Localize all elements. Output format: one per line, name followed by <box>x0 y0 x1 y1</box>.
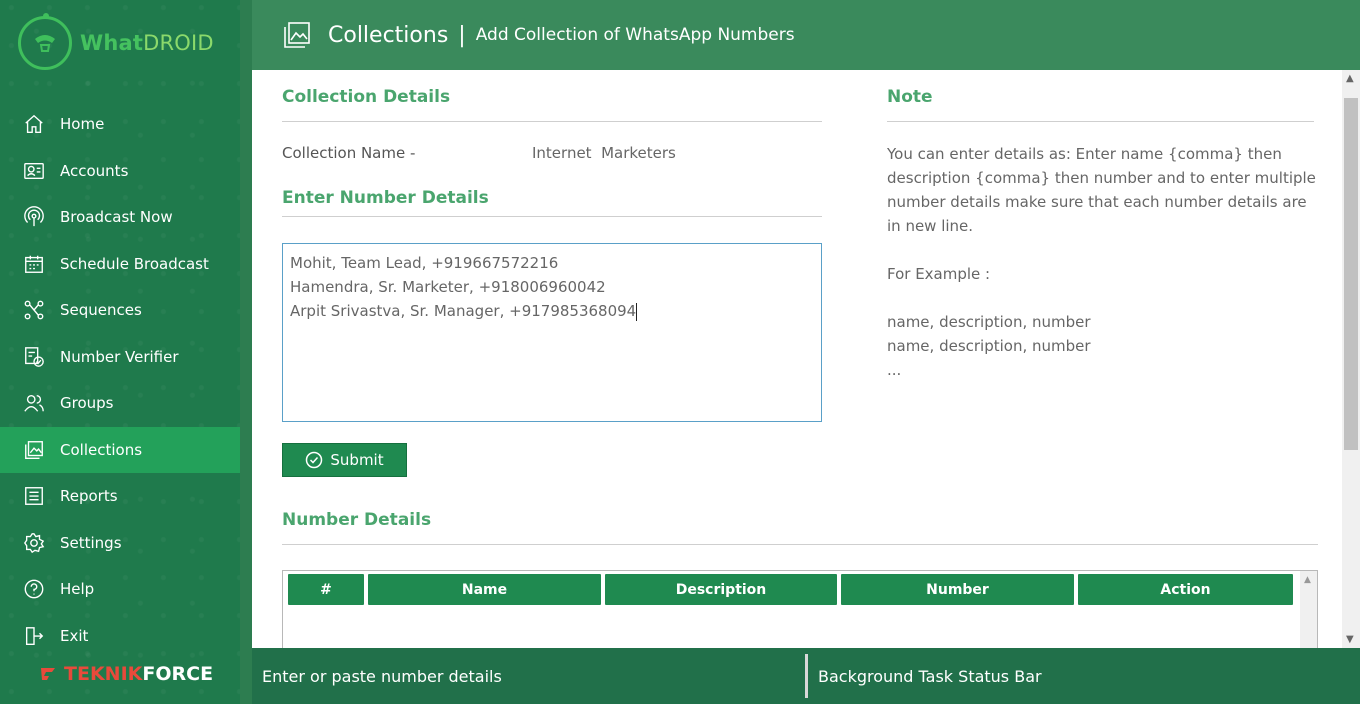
collections-icon <box>22 438 46 462</box>
divider <box>282 121 822 122</box>
note-example-lines: name, description, number name, descript… <box>887 313 1091 379</box>
settings-icon <box>22 531 46 555</box>
sequences-icon <box>22 298 46 322</box>
text-caret <box>636 302 638 321</box>
scroll-up-icon[interactable]: ▲ <box>1346 73 1354 84</box>
sidebar-item-number-verifier[interactable]: Number Verifier <box>0 334 240 381</box>
sidebar-item-collections[interactable]: Collections <box>0 426 240 473</box>
sidebar-item-schedule-broadcast[interactable]: Schedule Broadcast <box>0 241 240 288</box>
note-text: You can enter details as: Enter name {co… <box>887 142 1317 406</box>
status-message: Enter or paste number details <box>262 666 502 686</box>
sidebar-item-groups[interactable]: Groups <box>0 380 240 427</box>
column-header-index[interactable]: # <box>288 574 364 605</box>
page-header: Collections | Add Collection of WhatsApp… <box>252 0 1360 70</box>
divider <box>282 216 822 217</box>
title-separator: | <box>458 22 466 48</box>
collection-details-title: Collection Details <box>282 87 451 107</box>
divider <box>282 544 1318 545</box>
sidebar-item-label: Schedule Broadcast <box>60 254 209 273</box>
sidebar-item-label: Reports <box>60 487 118 506</box>
sidebar-item-label: Home <box>60 115 105 134</box>
help-icon <box>22 577 46 601</box>
exit-icon <box>22 624 46 648</box>
page-scrollbar[interactable]: ▲ ▼ <box>1342 70 1360 648</box>
broadcast-icon <box>22 205 46 229</box>
sidebar-item-exit[interactable]: Exit <box>0 613 240 660</box>
teknikforce-logo: TEKNIK FORCE <box>38 662 213 686</box>
teknikforce-logo-icon <box>41 668 55 680</box>
number-details-title: Number Details <box>282 510 432 530</box>
verifier-icon <box>22 345 46 369</box>
enter-number-details-title: Enter Number Details <box>282 188 489 208</box>
check-circle-icon <box>306 451 323 469</box>
reports-icon <box>22 484 46 508</box>
note-title: Note <box>887 87 933 107</box>
sidebar-nav: Home Accounts Broadcast Now Schedule Bro… <box>0 101 240 659</box>
divider <box>887 121 1314 122</box>
sidebar: WhatDROID Home Accounts Broadcast Now Sc… <box>0 0 240 704</box>
collection-name-label: Collection Name - <box>282 144 416 162</box>
sidebar-item-label: Collections <box>60 440 143 459</box>
collection-name-value: Internet Marketers <box>532 144 676 162</box>
sidebar-item-label: Help <box>60 580 95 599</box>
brand-text-red: TEKNIK <box>64 663 143 685</box>
main-content: Collection Details Collection Name - Int… <box>252 70 1342 648</box>
home-icon <box>22 112 46 136</box>
sidebar-item-label: Sequences <box>60 301 142 320</box>
sidebar-item-sequences[interactable]: Sequences <box>0 287 240 334</box>
column-header-action[interactable]: Action <box>1078 574 1293 605</box>
scroll-down-icon[interactable]: ▼ <box>1346 634 1354 645</box>
sidebar-item-label: Settings <box>60 533 122 552</box>
page-subtitle: Add Collection of WhatsApp Numbers <box>475 25 795 45</box>
textarea-line: Hamendra, Sr. Marketer, +918006960042 <box>290 278 606 296</box>
column-header-number[interactable]: Number <box>841 574 1074 605</box>
table-scrollbar[interactable]: ▲ <box>1300 571 1317 648</box>
logo-text-what: What <box>80 31 144 55</box>
sidebar-item-label: Accounts <box>60 161 129 180</box>
sidebar-item-settings[interactable]: Settings <box>0 520 240 567</box>
sidebar-item-label: Number Verifier <box>60 347 179 366</box>
sidebar-item-label: Groups <box>60 394 114 413</box>
note-description: You can enter details as: Enter name {co… <box>887 145 1316 235</box>
status-bar: Enter or paste number details Background… <box>252 648 1360 704</box>
logo-text-droid: DROID <box>143 31 214 55</box>
number-details-textarea[interactable]: Mohit, Team Lead, +919667572216 Hamendra… <box>282 243 822 422</box>
textarea-line: Arpit Srivastva, Sr. Manager, +917985368… <box>290 299 814 323</box>
table-header: # Name Description Number Action <box>288 574 1293 605</box>
logo-text: WhatDROID <box>80 31 214 55</box>
sidebar-item-label: Exit <box>60 626 89 645</box>
accounts-icon <box>22 159 46 183</box>
column-header-name[interactable]: Name <box>368 574 601 605</box>
sidebar-item-reports[interactable]: Reports <box>0 473 240 520</box>
brand-text-white: FORCE <box>142 663 214 685</box>
sidebar-item-home[interactable]: Home <box>0 101 240 148</box>
sidebar-item-accounts[interactable]: Accounts <box>0 148 240 195</box>
groups-icon <box>22 391 46 415</box>
calendar-icon <box>22 252 46 276</box>
sidebar-item-help[interactable]: Help <box>0 566 240 613</box>
textarea-line-text: Arpit Srivastva, Sr. Manager, +917985368… <box>290 302 637 320</box>
scrollbar-thumb[interactable] <box>1344 98 1358 450</box>
sidebar-edge <box>240 0 252 704</box>
sidebar-item-label: Broadcast Now <box>60 208 173 227</box>
note-example-label: For Example : <box>887 265 991 283</box>
submit-button[interactable]: Submit <box>282 443 407 477</box>
collections-header-icon <box>282 20 312 50</box>
whatdroid-logo-icon <box>18 13 72 70</box>
number-details-table: # Name Description Number Action ▲ <box>282 570 1318 648</box>
page-title: Collections <box>328 22 449 48</box>
submit-button-label: Submit <box>330 451 384 469</box>
background-task-status: Background Task Status Bar <box>818 666 1042 686</box>
scroll-up-icon[interactable]: ▲ <box>1304 575 1311 585</box>
column-header-description[interactable]: Description <box>605 574 837 605</box>
textarea-line: Mohit, Team Lead, +919667572216 <box>290 254 559 272</box>
app-logo: WhatDROID <box>18 12 214 74</box>
sidebar-item-broadcast-now[interactable]: Broadcast Now <box>0 194 240 241</box>
